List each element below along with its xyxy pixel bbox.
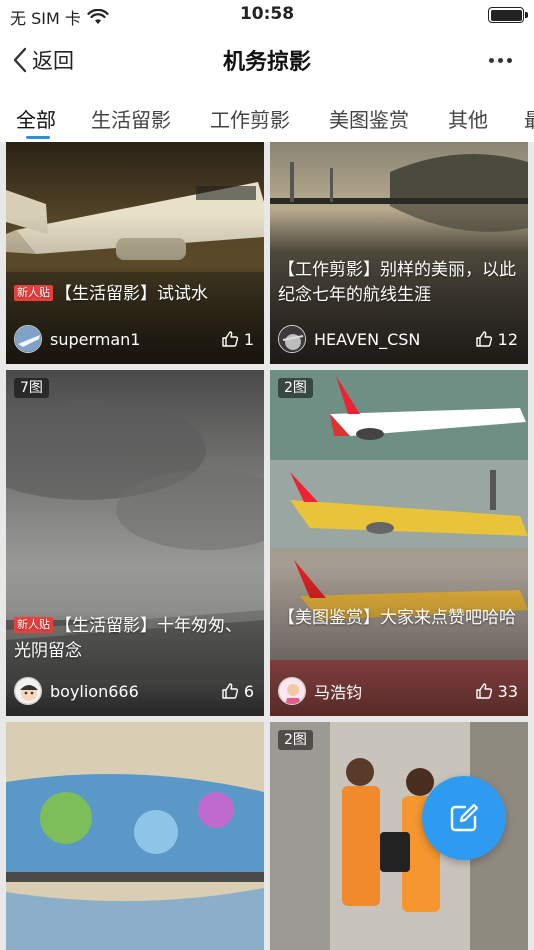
post-title: 新人贴 【生活留影】试试水 — [14, 282, 254, 307]
compose-button[interactable] — [422, 776, 506, 860]
post-card[interactable]: 新人贴 【生活留影】试试水 superman1 1 — [6, 142, 264, 364]
avatar[interactable] — [278, 677, 306, 705]
like-button[interactable]: 12 — [475, 330, 518, 349]
thumbs-up-icon — [475, 683, 492, 699]
tab-other[interactable]: 其他 — [448, 104, 488, 133]
like-count: 12 — [497, 329, 518, 349]
author-name[interactable]: superman1 — [50, 330, 221, 349]
post-photo — [6, 722, 264, 950]
post-title: 新人贴 【生活留影】十年匆匆、光阴留念 — [14, 616, 242, 661]
image-count-badge: 2图 — [278, 730, 313, 750]
avatar[interactable] — [278, 325, 306, 353]
image-count-badge: 2图 — [278, 378, 313, 398]
status-bar: 无 SIM 卡 10:58 — [0, 0, 534, 30]
like-button[interactable]: 33 — [475, 682, 518, 701]
battery-icon — [488, 7, 528, 23]
post-footer: superman1 1 — [14, 324, 254, 354]
like-button[interactable]: 6 — [221, 682, 254, 701]
author-name[interactable]: boylion666 — [50, 682, 221, 701]
post-card[interactable]: 7图 新人贴 【生活留影】十年匆匆、光阴留念 boylion666 6 — [6, 370, 264, 716]
post-card[interactable]: 2图 【美图鉴赏】大家来点赞吧哈哈 马浩钧 33 — [270, 370, 528, 716]
tab-life[interactable]: 生活留影 — [91, 104, 171, 133]
active-tab-indicator — [26, 136, 50, 139]
tab-gallery[interactable]: 美图鉴赏 — [329, 104, 409, 133]
post-title: 【工作剪影】别样的美丽，以此纪念七年的航线生涯 — [278, 260, 516, 305]
avatar[interactable] — [14, 677, 42, 705]
tab-all[interactable]: 全部 — [16, 104, 56, 133]
like-count: 1 — [243, 329, 254, 349]
tab-work[interactable]: 工作剪影 — [210, 104, 290, 133]
more-icon — [488, 57, 494, 63]
post-footer: boylion666 6 — [14, 676, 254, 706]
chevron-left-icon — [13, 47, 27, 73]
tab-latest[interactable]: 最 — [524, 104, 534, 133]
category-tabs: 全部 生活留影 工作剪影 美图鉴赏 其他 最 — [0, 92, 534, 142]
thumbs-up-icon — [475, 331, 492, 347]
new-post-badge: 新人贴 — [14, 285, 53, 301]
nav-bar: 返回 机务掠影 — [0, 30, 534, 90]
author-name[interactable]: 马浩钧 — [314, 679, 475, 703]
post-card[interactable]: 【工作剪影】别样的美丽，以此纪念七年的航线生涯 HEAVEN_CSN 12 — [270, 142, 528, 364]
thumbs-up-icon — [222, 683, 238, 699]
back-label: 返回 — [32, 49, 74, 73]
post-footer: 马浩钧 33 — [278, 676, 518, 706]
post-title: 【美图鉴赏】大家来点赞吧哈哈 — [278, 608, 516, 628]
more-button[interactable] — [482, 48, 518, 72]
new-post-badge: 新人贴 — [14, 617, 53, 633]
like-button[interactable]: 1 — [221, 330, 254, 349]
like-count: 6 — [243, 681, 254, 701]
post-footer: HEAVEN_CSN 12 — [278, 324, 518, 354]
image-count-badge: 7图 — [14, 378, 49, 398]
compose-icon — [450, 803, 479, 832]
avatar[interactable] — [14, 325, 42, 353]
page-title: 机务掠影 — [222, 50, 311, 75]
post-card[interactable] — [6, 722, 264, 950]
author-name[interactable]: HEAVEN_CSN — [314, 330, 475, 349]
thumbs-up-icon — [222, 331, 238, 347]
status-time: 10:58 — [239, 4, 295, 24]
back-button[interactable]: 返回 — [12, 44, 74, 76]
like-count: 33 — [497, 681, 518, 701]
